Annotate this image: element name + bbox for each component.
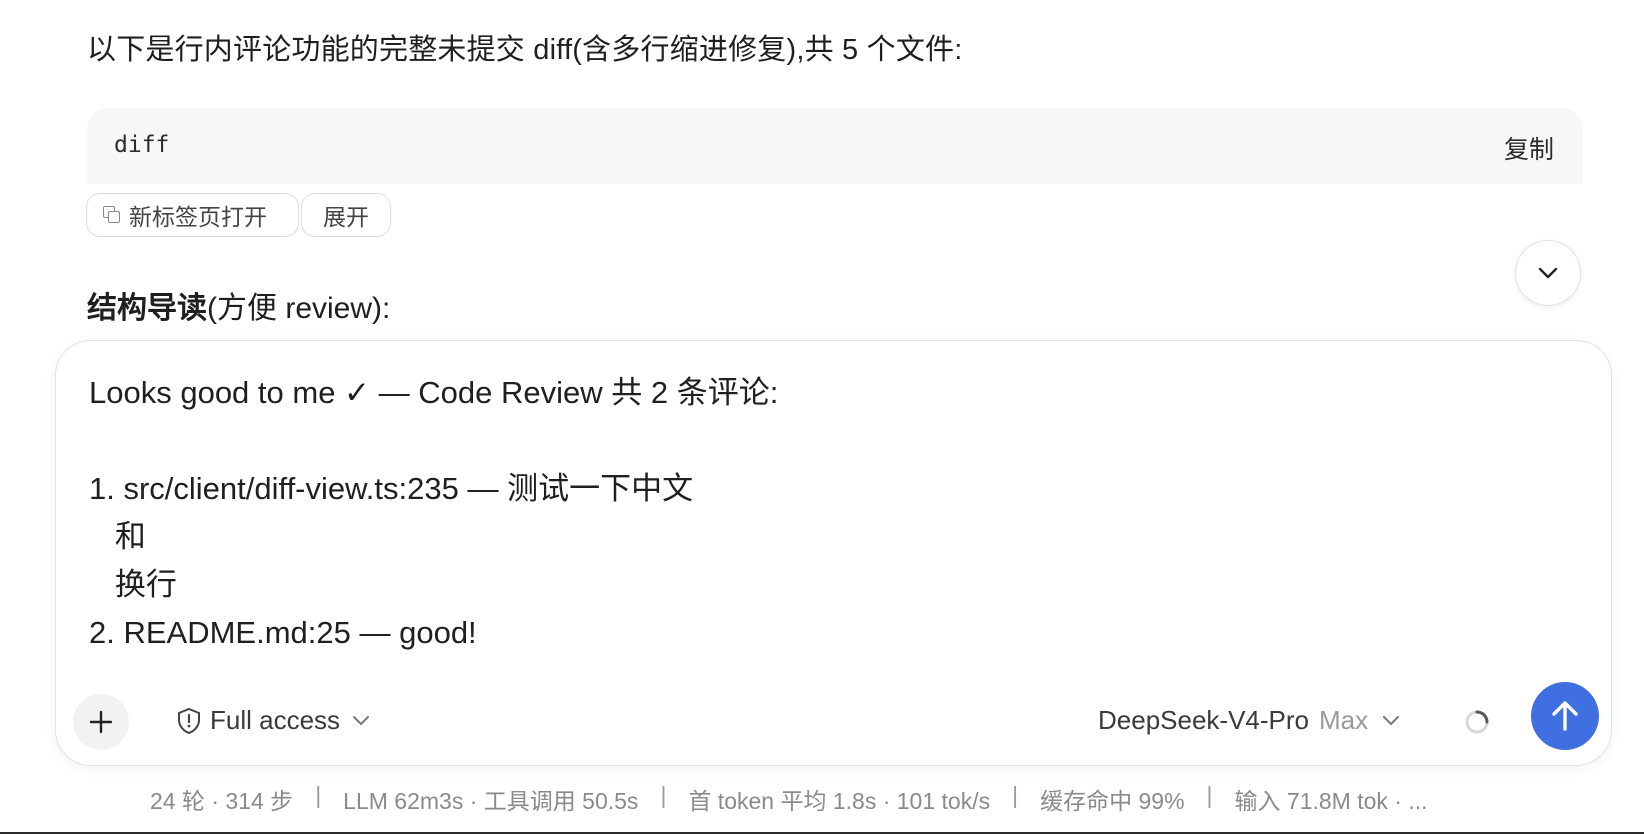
access-mode-label: Full access [210,705,341,735]
status-separator: | [1012,782,1019,808]
copy-window-icon [103,206,121,224]
status-first-token: 首 token 平均 1.8s · 101 tok/s [688,788,991,814]
chevron-down-icon [1383,715,1400,725]
status-separator: | [315,782,322,808]
status-bar: 24 轮 · 314 步 | LLM 62m3s · 工具调用 50.5s | … [150,782,1428,816]
add-attachment-button[interactable] [73,694,129,750]
chevron-down-icon [1538,267,1558,279]
expand-label: 展开 [323,204,369,230]
message-composer: Looks good to me ✓ — Code Review 共 2 条评论… [55,340,1612,766]
scroll-to-bottom-button[interactable] [1515,240,1581,306]
code-block-header: diff 复制 [87,108,1583,184]
section-heading-rest: (方便 review): [207,292,391,325]
status-turns-steps: 24 轮 · 314 步 [150,788,294,814]
copy-button[interactable]: 复制 [1504,130,1554,166]
section-heading: 结构导读(方便 review): [87,283,390,327]
code-language-label: diff [114,132,170,158]
send-button[interactable] [1531,682,1599,750]
status-input-tokens: 输入 71.8M tok · ... [1234,788,1428,814]
model-tier: Max [1319,705,1369,735]
status-llm-time: LLM 62m3s · 工具调用 50.5s [343,788,639,814]
model-selector-dropdown[interactable]: DeepSeek-V4-Pro Max [1098,705,1400,736]
open-new-tab-label: 新标签页打开 [129,204,267,230]
model-name: DeepSeek-V4-Pro [1098,705,1309,735]
expand-button[interactable]: 展开 [301,193,391,237]
status-separator: | [660,782,667,808]
shield-icon [178,707,200,734]
section-heading-bold: 结构导读 [87,292,207,325]
intro-text: 以下是行内评论功能的完整未提交 diff(含多行缩进修复),共 5 个文件: [87,34,963,66]
open-new-tab-button[interactable]: 新标签页打开 [86,193,299,237]
chevron-down-icon [353,715,370,725]
composer-input[interactable]: Looks good to me ✓ — Code Review 共 2 条评论… [89,369,1569,659]
status-cache-hit: 缓存命中 99% [1040,788,1185,814]
plus-icon [89,710,113,734]
spinner-icon [1465,710,1489,734]
status-separator: | [1206,782,1213,808]
arrow-up-icon [1552,701,1578,731]
access-mode-dropdown[interactable]: Full access [176,705,378,736]
